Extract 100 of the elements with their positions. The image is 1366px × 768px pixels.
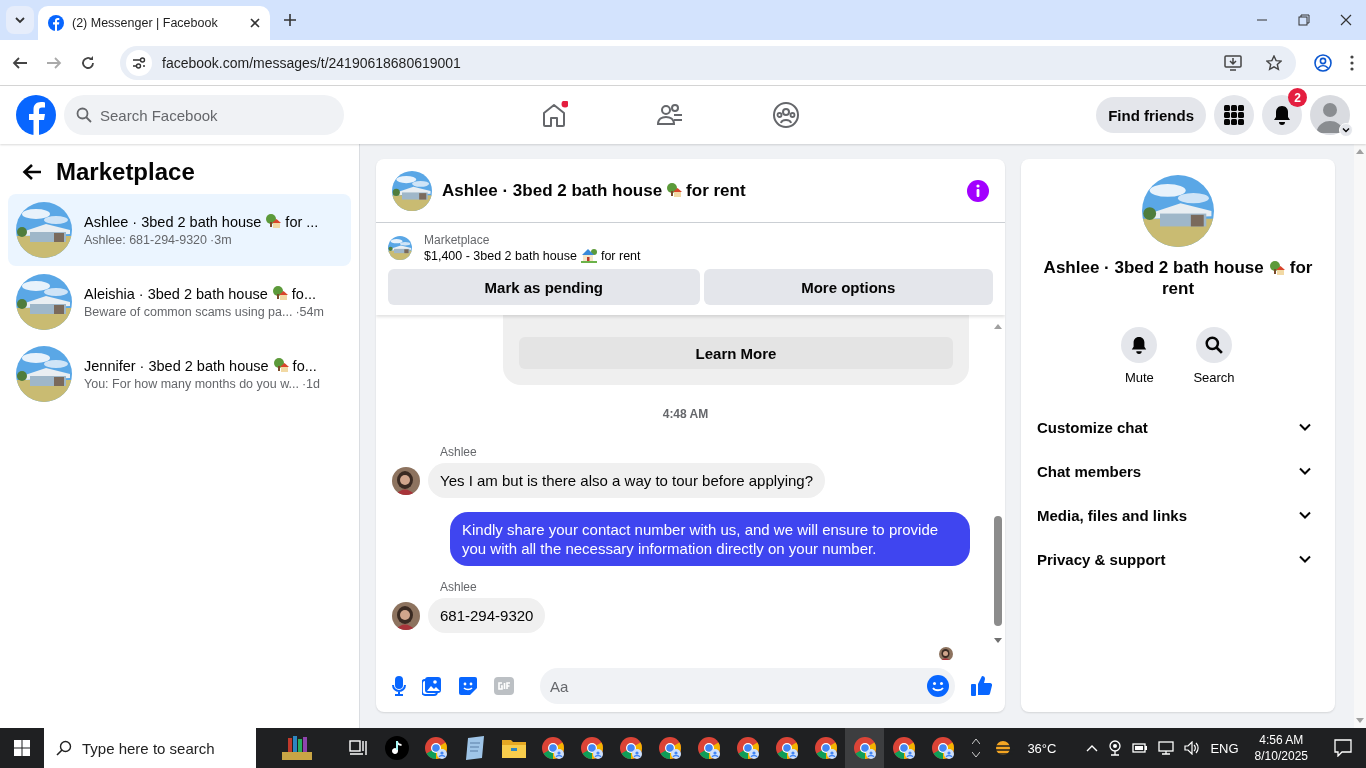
listing-price: for rent [600, 249, 641, 263]
folder-icon[interactable] [501, 738, 526, 758]
browser-icon[interactable] [852, 736, 877, 760]
house-tree-icon [265, 213, 282, 229]
section-label: Privacy & support [1037, 550, 1166, 568]
info-icon[interactable] [967, 179, 989, 202]
browser-icon[interactable] [774, 736, 799, 760]
browser-icon[interactable] [579, 736, 604, 760]
scroll-up-icon[interactable] [972, 739, 980, 744]
camera-icon[interactable] [1108, 740, 1123, 756]
reload-icon[interactable] [80, 54, 96, 71]
language-indicator[interactable]: ENG [1210, 740, 1239, 756]
menu-button[interactable] [1214, 95, 1254, 135]
mark-pending-button[interactable]: Mark as pending [388, 269, 700, 305]
install-icon[interactable] [1224, 54, 1242, 71]
clock-time: 4:56 AM [1259, 732, 1304, 748]
chevron-icon[interactable] [1299, 423, 1311, 431]
profile-icon[interactable] [1314, 53, 1332, 72]
speaker-icon[interactable] [1184, 741, 1201, 755]
clock-date: 8/10/2025 [1254, 748, 1308, 764]
battery-icon[interactable] [1132, 742, 1149, 754]
sticker-icon[interactable] [458, 676, 478, 696]
browser-icon[interactable] [657, 736, 682, 760]
section-header[interactable]: Chat members [1037, 449, 1319, 493]
url-text: facebook.com/messages/t/24190618680619001 [162, 54, 462, 71]
conversation-name: Aleishia · 3bed 2 bath house [84, 286, 268, 302]
conversation-item[interactable]: Jennifer · 3bed 2 bath house fo... You: For how many months do you w... ·1d [8, 338, 351, 410]
browser-icon[interactable] [540, 736, 565, 760]
scroll-down-icon[interactable] [994, 638, 1002, 644]
books-icon[interactable] [282, 736, 312, 760]
conversation-item[interactable]: Aleishia · 3bed 2 bath house fo... Beware of common scams using pa... ·54m [8, 266, 351, 338]
browser-tab[interactable]: (2) Messenger | Facebook [38, 6, 270, 40]
section-header[interactable]: Customize chat [1037, 405, 1319, 449]
more-options-button[interactable]: More options [703, 269, 993, 305]
section-header[interactable]: Privacy & support [1037, 537, 1319, 581]
plus-icon[interactable] [284, 14, 296, 26]
conversation-item[interactable]: Ashlee · 3bed 2 bath house for ... Ashlee: 681-294-9320 ·3m [8, 194, 351, 266]
browser-icon[interactable] [423, 736, 448, 760]
back-arrow-icon[interactable] [12, 54, 28, 71]
section-header[interactable]: Media, files and links [1037, 493, 1319, 537]
task-view-icon[interactable] [348, 740, 367, 756]
browser-icon[interactable] [618, 736, 643, 760]
browser-icon[interactable] [696, 736, 721, 760]
house-icon [580, 247, 597, 263]
tab-title: (2) Messenger | Facebook [72, 16, 219, 30]
chevron-down-icon[interactable] [1342, 126, 1350, 134]
message-field[interactable]: Aa [540, 668, 955, 704]
notepad-icon[interactable] [463, 736, 486, 760]
chevron-icon[interactable] [1299, 511, 1311, 519]
facebook-logo-icon[interactable] [16, 95, 56, 135]
chevron-icon[interactable] [1299, 555, 1311, 563]
message-bubble: Yes I am but is there also a way to tour before applying? [428, 463, 825, 498]
restore-icon[interactable] [1298, 14, 1310, 26]
conversation-name: Jennifer · 3bed 2 bath house [84, 358, 269, 374]
taskbar-search-field[interactable]: Type here to search [44, 728, 256, 768]
browser-icon[interactable] [930, 736, 955, 760]
back-arrow-icon[interactable] [22, 163, 42, 181]
network-icon[interactable] [1158, 741, 1175, 755]
home-icon[interactable] [540, 101, 568, 129]
search-button[interactable] [1196, 327, 1232, 363]
scroll-down-icon[interactable] [972, 752, 980, 757]
taskbar-app[interactable] [845, 728, 884, 768]
house-tree-icon [272, 357, 289, 373]
star-icon[interactable] [1266, 54, 1282, 71]
address-bar[interactable]: facebook.com/messages/t/24190618680619001 [120, 45, 1296, 80]
browser-icon[interactable] [735, 736, 760, 760]
groups-icon[interactable] [772, 101, 800, 129]
notifications-button[interactable] [1262, 95, 1302, 135]
browser-icon[interactable] [891, 736, 916, 760]
facebook-logo-icon [48, 15, 64, 31]
listing-price: $1,400 - 3bed 2 bath house [424, 249, 577, 263]
search-icon [76, 107, 92, 123]
action-label: Search [1193, 370, 1235, 385]
emoji-icon[interactable] [927, 675, 949, 697]
conversation-name: for ... [285, 214, 319, 230]
mute-button[interactable] [1121, 327, 1158, 363]
microphone-icon[interactable] [392, 676, 406, 696]
section-label: Customize chat [1037, 418, 1148, 436]
chevron-icon[interactable] [1299, 467, 1311, 475]
notification-icon[interactable] [1334, 739, 1352, 757]
chat-name: rent [1161, 278, 1195, 299]
find-friends-button[interactable]: Find friends [1096, 97, 1206, 133]
search-field[interactable]: Search Facebook [64, 95, 344, 135]
close-icon[interactable] [250, 18, 260, 28]
message-time: ·54m [295, 305, 324, 319]
music-note-icon[interactable] [384, 736, 409, 760]
message-preview: You: For how many months do you w... [84, 377, 299, 391]
temperature: 36°C [1027, 740, 1057, 756]
windows-icon[interactable] [14, 740, 30, 756]
caret-up-icon[interactable] [1086, 744, 1099, 752]
learn-more-button[interactable]: Learn More [519, 337, 953, 369]
tab-list-button[interactable] [6, 6, 34, 34]
menu-icon[interactable] [1350, 54, 1354, 71]
browser-icon[interactable] [813, 736, 838, 760]
thumbs-up-icon[interactable] [971, 675, 993, 697]
gallery-icon[interactable] [422, 676, 442, 696]
clock[interactable]: 4:56 AM 8/10/2025 [1254, 732, 1308, 764]
tune-icon[interactable] [132, 55, 146, 70]
close-icon[interactable] [1340, 14, 1352, 26]
scrollbar-thumb[interactable] [994, 516, 1002, 626]
